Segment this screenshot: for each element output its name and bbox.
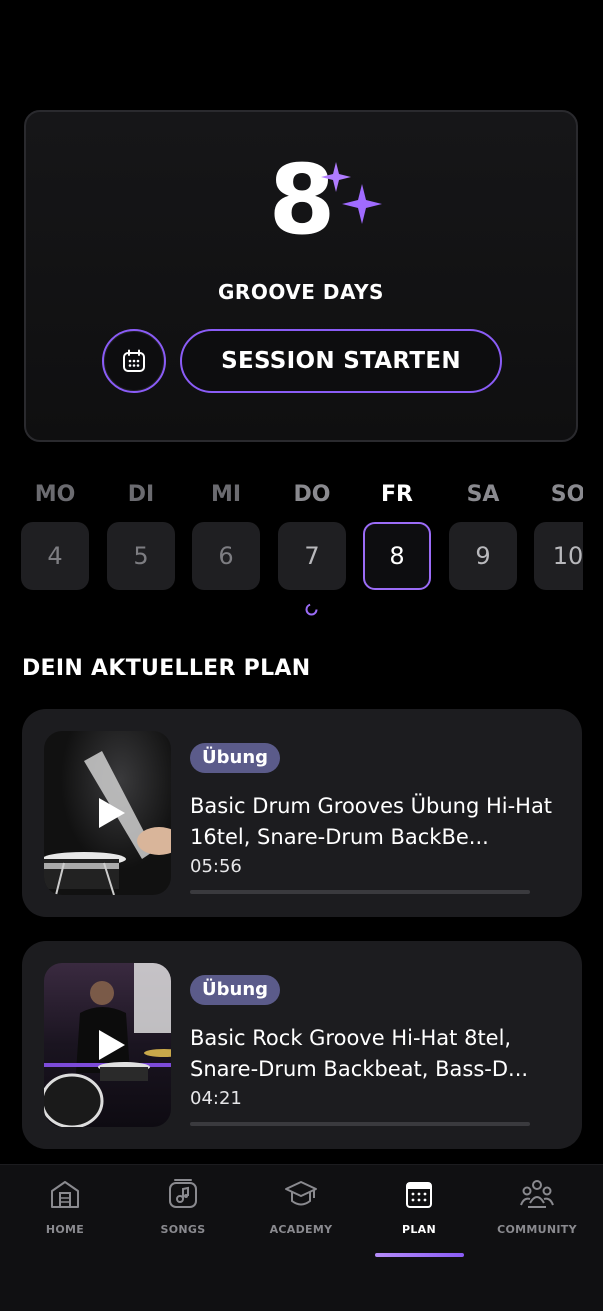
week-strip: MO DI MI DO FR SA SO 4 5 6 7 8 9 10 <box>0 470 583 600</box>
calendar-icon <box>123 349 145 372</box>
day-name-so: SO <box>550 482 583 507</box>
video-thumbnail[interactable] <box>44 963 171 1127</box>
community-icon <box>520 1180 554 1208</box>
calendar-button[interactable] <box>102 329 166 393</box>
item-type-badge: Übung <box>190 743 281 773</box>
day-tile-4[interactable]: 4 <box>21 522 89 590</box>
play-icon <box>98 1030 125 1060</box>
day-tile-6[interactable]: 6 <box>192 522 260 590</box>
item-duration: 05:56 <box>190 856 242 877</box>
plan-item-card[interactable]: Übung Basic Drum Grooves Übung Hi-Hat 16… <box>22 709 582 917</box>
item-progress-bar <box>190 1122 530 1126</box>
tab-community[interactable]: COMMUNITY <box>478 1177 596 1236</box>
streak-count: 8 <box>268 144 336 256</box>
item-duration: 04:21 <box>190 1088 242 1109</box>
tab-academy[interactable]: ACADEMY <box>242 1177 360 1236</box>
tab-label: ACADEMY <box>269 1223 333 1236</box>
start-session-button[interactable]: SESSION STARTEN <box>180 329 502 393</box>
item-title: Basic Drum Grooves Übung Hi-Hat 16tel, S… <box>190 794 553 849</box>
groove-days-card: 8 GROOVE DAYS SESSION STARTEN <box>24 110 578 442</box>
home-icon <box>51 1181 79 1208</box>
music-note-icon <box>169 1179 197 1208</box>
day-name-sa: SA <box>466 482 500 507</box>
day-name-di: DI <box>127 482 155 507</box>
day-tile-8-selected[interactable]: 8 <box>363 522 431 590</box>
plan-section-title: DEIN AKTUELLER PLAN <box>22 656 311 681</box>
day-tile-5[interactable]: 5 <box>107 522 175 590</box>
tab-label: PLAN <box>402 1223 436 1236</box>
calendar-icon <box>406 1182 432 1208</box>
tab-label: SONGS <box>160 1223 206 1236</box>
day-name-mi: MI <box>210 482 242 507</box>
item-title: Basic Rock Groove Hi-Hat 8tel, Snare-Dru… <box>190 1026 529 1081</box>
item-type-badge: Übung <box>190 975 281 1005</box>
plan-item-card[interactable]: Übung Basic Rock Groove Hi-Hat 8tel, Sna… <box>22 941 582 1149</box>
tab-label: COMMUNITY <box>497 1223 577 1236</box>
day-tile-9[interactable]: 9 <box>449 522 517 590</box>
play-icon <box>98 798 125 828</box>
day-name-mo: MO <box>34 482 76 507</box>
day-tile-10[interactable]: 10 <box>534 522 583 590</box>
tab-home[interactable]: HOME <box>6 1177 124 1236</box>
day-progress-ring-icon <box>305 603 318 616</box>
tab-songs[interactable]: SONGS <box>124 1177 242 1236</box>
day-name-do: DO <box>293 482 331 507</box>
day-tile-7[interactable]: 7 <box>278 522 346 590</box>
item-progress-bar <box>190 890 530 894</box>
day-name-fr: FR <box>381 482 413 507</box>
tab-label: HOME <box>45 1223 85 1236</box>
video-thumbnail[interactable] <box>44 731 171 895</box>
bottom-tab-bar: HOME SONGS ACADEMY PLAN COMMUNITY <box>0 1164 603 1311</box>
streak-label: GROOVE DAYS <box>218 280 384 304</box>
tab-plan[interactable]: PLAN <box>360 1177 478 1236</box>
active-tab-indicator <box>375 1253 464 1257</box>
graduation-cap-icon <box>285 1181 317 1206</box>
sparkle-icon <box>321 162 382 224</box>
